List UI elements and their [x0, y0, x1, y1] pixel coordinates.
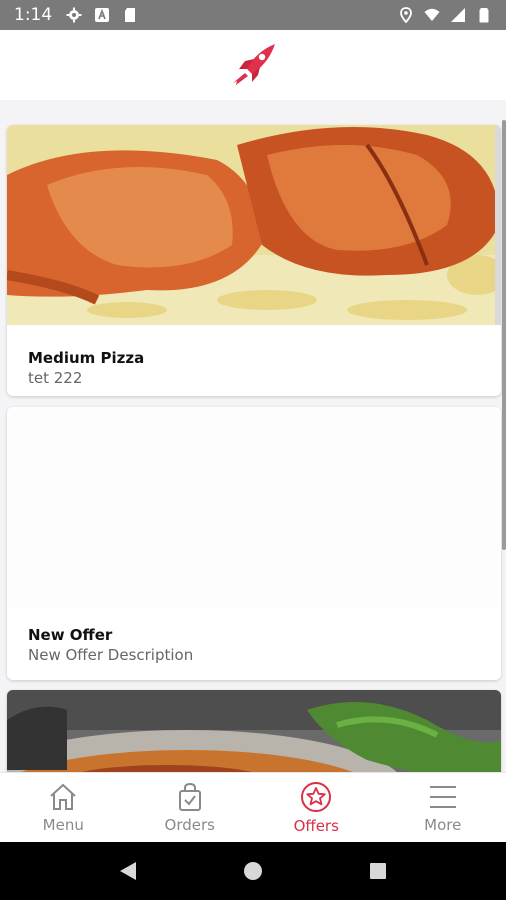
bottom-navigation: Menu Orders Offers More	[0, 772, 506, 842]
nav-label: More	[424, 815, 462, 834]
app-header	[0, 30, 506, 100]
offer-card[interactable]: Medium Pizza tet 222	[7, 125, 501, 396]
sd-card-icon	[125, 8, 136, 22]
nav-label: Orders	[164, 815, 215, 834]
nav-item-orders[interactable]: Orders	[127, 773, 254, 842]
nav-label: Offers	[293, 816, 339, 835]
back-icon[interactable]	[118, 860, 138, 882]
nav-item-more[interactable]: More	[380, 773, 506, 842]
offers-star-icon	[301, 781, 332, 812]
status-bar: 1:14	[0, 0, 506, 30]
battery-icon	[479, 8, 489, 23]
hamburger-icon	[429, 785, 456, 808]
offer-image-rice-dish	[7, 690, 501, 772]
nav-item-offers[interactable]: Offers	[253, 773, 380, 842]
wifi-icon	[424, 8, 440, 21]
nav-label: Menu	[42, 815, 84, 834]
signal-icon	[451, 8, 465, 22]
nav-item-menu[interactable]: Menu	[0, 773, 127, 842]
rocket-logo-icon	[233, 44, 275, 85]
offer-image-roast-chicken	[7, 125, 501, 325]
offer-description: New Offer Description	[28, 646, 194, 664]
home-icon	[50, 783, 76, 810]
offer-title: New Offer	[28, 626, 113, 644]
offer-card[interactable]	[7, 690, 501, 772]
android-nav-bar	[0, 842, 506, 900]
recents-icon[interactable]	[368, 861, 388, 881]
offer-title: Medium Pizza	[28, 349, 145, 367]
offers-list[interactable]: Medium Pizza tet 222 New Offer New Offer…	[0, 100, 506, 772]
offer-image-placeholder	[7, 407, 501, 607]
location-icon	[400, 7, 412, 23]
settings-icon	[66, 7, 82, 23]
offer-description: tet 222	[28, 369, 83, 387]
status-time: 1:14	[14, 5, 53, 25]
shopping-bag-icon	[178, 782, 201, 811]
font-icon	[95, 8, 110, 22]
scrollbar[interactable]	[502, 120, 506, 550]
offer-card[interactable]: New Offer New Offer Description	[7, 407, 501, 680]
home-circle-icon[interactable]	[243, 861, 263, 881]
